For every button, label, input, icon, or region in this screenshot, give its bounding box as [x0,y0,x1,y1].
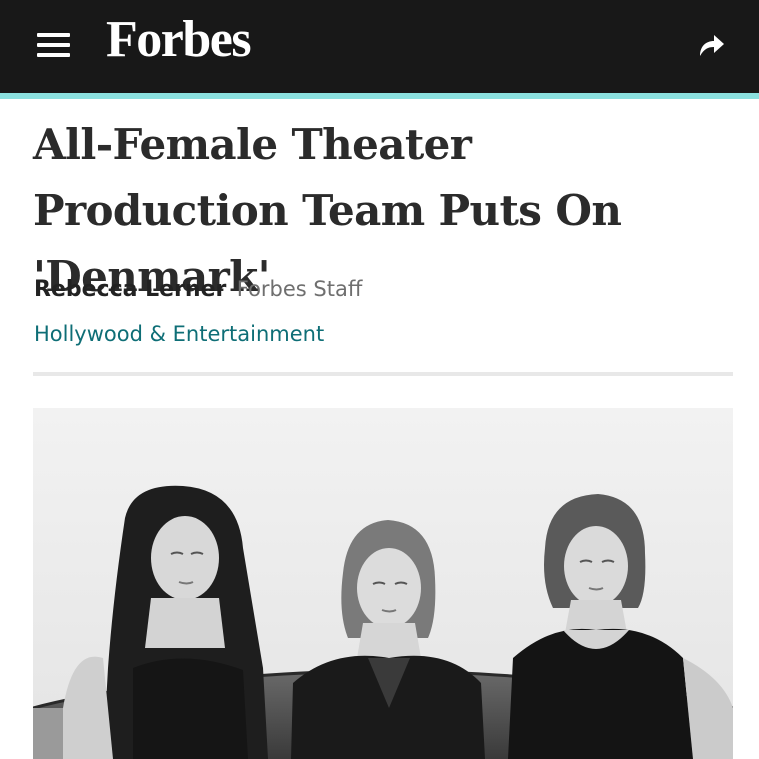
author-role: Forbes Staff [236,277,363,301]
header-accent-line [0,93,759,99]
hero-photo[interactable] [33,408,733,759]
forbes-logo[interactable]: Forbes [106,10,252,70]
top-navigation-bar: Forbes [0,0,759,93]
hamburger-menu-icon[interactable] [37,31,70,59]
section-link[interactable]: Hollywood & Entertainment [34,318,324,350]
divider [33,372,733,376]
share-arrow-icon[interactable] [696,32,726,58]
author-name[interactable]: Rebecca Lerner [34,277,226,302]
byline: Rebecca Lerner Forbes Staff [34,272,362,306]
